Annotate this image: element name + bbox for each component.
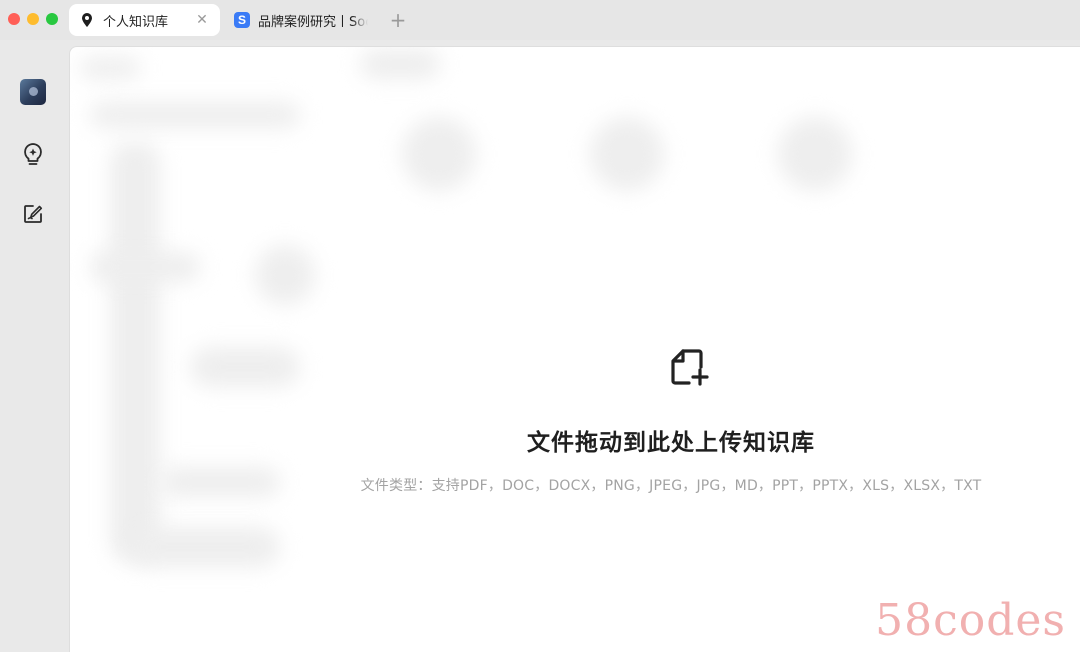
avatar[interactable] bbox=[20, 79, 46, 105]
blurred-content bbox=[590, 117, 664, 191]
blurred-content bbox=[255, 245, 315, 305]
blurred-content bbox=[110, 142, 160, 562]
s-logo-icon: S bbox=[234, 12, 250, 28]
minimize-window-button[interactable] bbox=[27, 13, 39, 25]
tab-personal-knowledge-base[interactable]: 个人知识库 ✕ bbox=[69, 4, 220, 36]
file-add-icon bbox=[671, 349, 709, 386]
knowledge-base-panel: 文件拖动到此处上传知识库 文件类型：支持PDF，DOC，DOCX，PNG，JPE… bbox=[69, 46, 1080, 652]
new-tab-button[interactable]: + bbox=[388, 8, 408, 32]
blurred-content bbox=[778, 117, 852, 191]
sidebar-item-knowledge[interactable] bbox=[20, 141, 46, 167]
tab-brand-case-study[interactable]: S 品牌案例研究丨Soc bbox=[226, 4, 368, 36]
watermark: 58codes bbox=[875, 595, 1066, 646]
blurred-content bbox=[160, 467, 280, 497]
blurred-content bbox=[90, 252, 200, 282]
tab-label: 个人知识库 bbox=[103, 14, 169, 30]
blurred-content bbox=[90, 102, 300, 128]
blurred-content bbox=[402, 117, 476, 191]
title-bar: 个人知识库 ✕ S 品牌案例研究丨Soc + bbox=[0, 0, 1080, 40]
close-window-button[interactable] bbox=[8, 13, 20, 25]
upload-dropzone[interactable]: 文件拖动到此处上传知识库 文件类型：支持PDF，DOC，DOCX，PNG，JPE… bbox=[350, 337, 1030, 507]
tab-label: 品牌案例研究丨Soc bbox=[258, 14, 368, 30]
blurred-content bbox=[360, 49, 440, 79]
blurred-content bbox=[80, 57, 140, 79]
app-window: 个人知识库 ✕ S 品牌案例研究丨Soc + 文件拖动到此处上传知识库 文件类型… bbox=[0, 0, 1080, 652]
sparkle-bulb-icon bbox=[24, 143, 42, 165]
blurred-content bbox=[190, 347, 300, 387]
edit-note-icon bbox=[24, 205, 43, 223]
zoom-window-button[interactable] bbox=[46, 13, 58, 25]
sidebar-item-notes[interactable] bbox=[20, 201, 46, 227]
dropzone-title: 文件拖动到此处上传知识库 bbox=[527, 430, 815, 456]
supported-file-types: 文件类型：支持PDF，DOC，DOCX，PNG，JPEG，JPG，MD，PPT，… bbox=[360, 478, 982, 494]
close-tab-icon[interactable]: ✕ bbox=[194, 12, 210, 28]
map-pin-icon bbox=[79, 12, 95, 28]
sidebar-rail bbox=[0, 40, 68, 652]
blurred-content bbox=[130, 527, 280, 567]
